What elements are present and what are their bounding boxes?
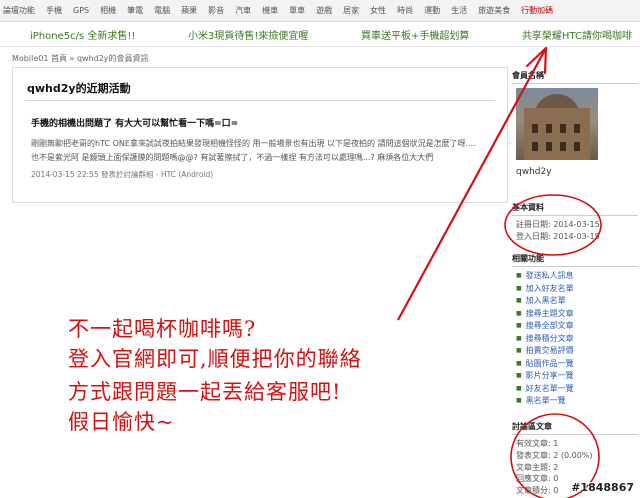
forum-stat-valid: 有效文章: 1 — [516, 439, 559, 448]
login-date: 登入日期: 2014-03-15 — [516, 232, 600, 241]
function-send-pm[interactable]: 發送私人訊息 — [516, 270, 638, 283]
register-date: 註冊日期: 2014-03-15 — [516, 220, 600, 229]
nav-item-fashion[interactable]: 時尚 — [397, 5, 413, 16]
forum-stat-posted: 發表文章: 2 (0.00%) — [516, 450, 593, 460]
nav-item-apple[interactable]: 蘋果 — [181, 5, 197, 16]
function-video-shares[interactable]: 影片分享一覽 — [516, 370, 638, 383]
page-title: qwhd2y的近期活動 — [27, 82, 131, 95]
function-search-score-posts[interactable]: 搜尋積分文章 — [516, 333, 638, 346]
nav-item-car[interactable]: 汽車 — [235, 5, 251, 16]
nav-item-travel-food[interactable]: 旅遊美食 — [478, 5, 510, 16]
promo-link-iphone[interactable]: iPhone5c/s 全新求售!! — [30, 27, 135, 42]
avatar-window-shape — [546, 142, 552, 151]
related-functions-box: 相關功能 發送私人訊息 加入好友名單 加入黑名單 搜尋主題文章 搜尋全部文章 搜… — [512, 253, 638, 408]
function-photo-works[interactable]: 貼圖作品一覽 — [516, 358, 638, 371]
annotation-line-3: 方式跟問題一起丟給客服吧! — [68, 380, 342, 404]
avatar-window-shape — [574, 124, 580, 133]
image-watermark: #1848867 — [571, 481, 634, 494]
nav-item-motorcycle[interactable]: 機車 — [262, 5, 278, 16]
member-name-heading: 會員名稱 — [512, 70, 638, 84]
function-auction-ratings[interactable]: 拍賣交易評價 — [516, 345, 638, 358]
member-sidebar: 會員名稱 qwhd2y 基本資料 註冊日期: 2014-03-15 登入日期: … — [512, 70, 638, 495]
function-blacklist[interactable]: 黑名單一覽 — [516, 395, 638, 408]
title-divider — [25, 100, 495, 101]
avatar-window-shape — [574, 142, 580, 151]
promo-link-xiaomi[interactable]: 小米3現貨待售!來撿便宜喔 — [188, 27, 308, 42]
nav-item-forum-functions[interactable]: 論壇功能 — [3, 5, 35, 16]
nav-item-home[interactable]: 居家 — [343, 5, 359, 16]
nav-item-mobile-bonus[interactable]: 行動加碼 — [521, 5, 553, 16]
promo-link-car-tablet[interactable]: 買車送平板+手機超划算 — [361, 27, 469, 42]
nav-item-sports[interactable]: 運動 — [424, 5, 440, 16]
functions-list: 發送私人訊息 加入好友名單 加入黑名單 搜尋主題文章 搜尋全部文章 搜尋積分文章… — [512, 270, 638, 408]
nav-item-phone[interactable]: 手機 — [46, 5, 62, 16]
promo-bar: iPhone5c/s 全新求售!! 小米3現貨待售!來撿便宜喔 買車送平板+手機… — [0, 23, 640, 47]
function-search-topics[interactable]: 搜尋主題文章 — [516, 308, 638, 321]
nav-item-av[interactable]: 影音 — [208, 5, 224, 16]
avatar-building-shape — [524, 108, 590, 160]
nav-item-computer[interactable]: 電腦 — [154, 5, 170, 16]
recent-activity-panel: qwhd2y的近期活動 手機的相機出問題了 有大大可以幫忙看一下嗎=口= 剛剛無… — [12, 67, 508, 203]
annotation-line-2: 登入官網即可,順便把你的聯絡 — [68, 347, 362, 371]
nav-item-laptop[interactable]: 筆電 — [127, 5, 143, 16]
avatar-window-shape — [560, 142, 566, 151]
nav-item-games[interactable]: 遊戲 — [316, 5, 332, 16]
post-excerpt-line-1: 剛剛無聊把老哥的hTC ONE拿來試試夜拍結果發現相機怪怪的 用一般場景也有出現… — [31, 139, 476, 148]
basic-info-heading: 基本資料 — [512, 202, 638, 216]
top-navigation: 論壇功能 手機 GPS 相機 筆電 電腦 蘋果 影音 汽車 機車 單車 遊戲 居… — [0, 0, 640, 22]
nav-item-gps[interactable]: GPS — [73, 6, 89, 15]
forum-posts-heading: 討論區文章 — [512, 421, 638, 435]
avatar-window-shape — [532, 142, 538, 151]
nav-item-life[interactable]: 生活 — [451, 5, 467, 16]
nav-item-camera[interactable]: 相機 — [100, 5, 116, 16]
username: qwhd2y — [516, 167, 552, 177]
avatar-window-shape — [560, 124, 566, 133]
function-search-all-posts[interactable]: 搜尋全部文章 — [516, 320, 638, 333]
related-functions-heading: 相關功能 — [512, 253, 638, 267]
function-add-blacklist[interactable]: 加入黑名單 — [516, 295, 638, 308]
basic-info-box: 基本資料 註冊日期: 2014-03-15 登入日期: 2014-03-15 — [512, 202, 638, 243]
annotation-line-4: 假日愉快~ — [68, 410, 175, 434]
post-title-link[interactable]: 手機的相機出問題了 有大大可以幫忙看一下嗎=口= — [31, 116, 238, 129]
post-excerpt-line-2: 也不是紫光阿 是鏡頭上面保護膜的問題嗎@@? 有試著擦拭了，不過一樣捏 有方法可… — [31, 153, 434, 162]
avatar-window-shape — [546, 124, 552, 133]
avatar-window-shape — [532, 124, 538, 133]
promo-link-htc-coffee[interactable]: 共享榮耀HTC請你喝咖啡 — [522, 27, 632, 42]
nav-item-women[interactable]: 女性 — [370, 5, 386, 16]
avatar[interactable] — [516, 88, 598, 160]
function-friend-list[interactable]: 好友名單一覽 — [516, 383, 638, 396]
function-add-friend[interactable]: 加入好友名單 — [516, 283, 638, 296]
annotation-line-1: 不一起喝杯咖啡嗎? — [68, 317, 257, 341]
forum-stat-topics: 文章主題: 2 — [516, 462, 559, 472]
nav-item-bicycle[interactable]: 單車 — [289, 5, 305, 16]
breadcrumb[interactable]: Mobile01 首頁 » qwhd2y的會員資訊 — [12, 53, 149, 64]
post-meta: 2014-03-15 22:55 發表於討論群組 - HTC (Android) — [31, 170, 214, 179]
